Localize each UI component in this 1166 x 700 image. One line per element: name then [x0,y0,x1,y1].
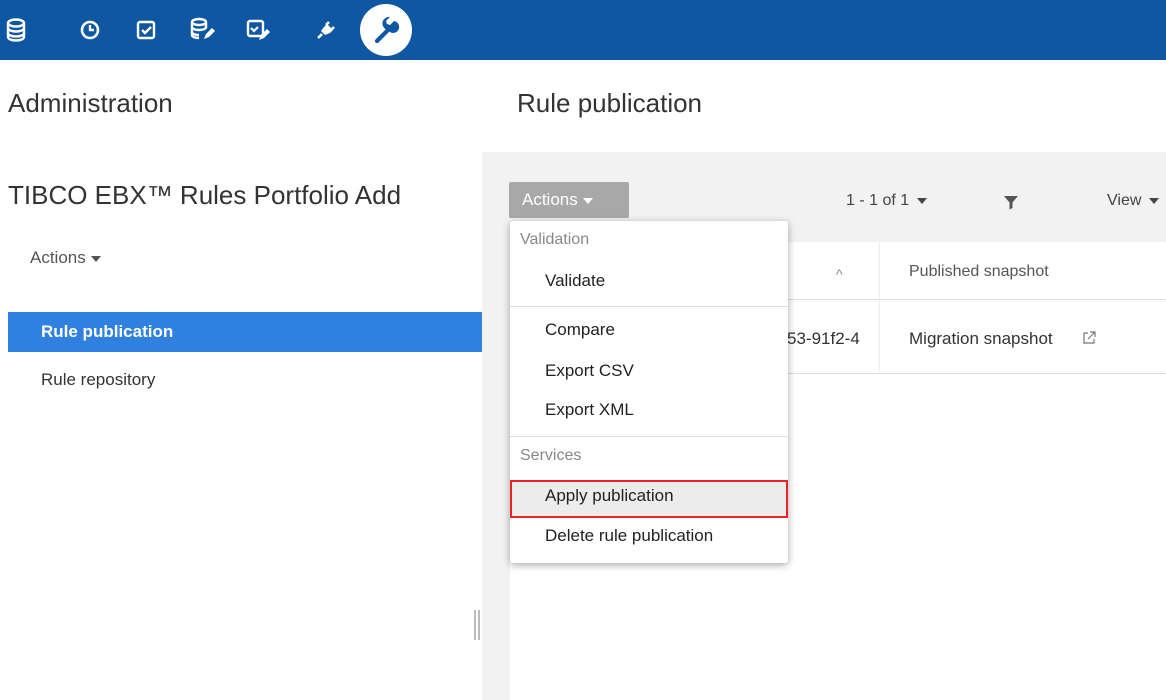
pagination-label: 1 - 1 of 1 [846,192,910,209]
portfolio-title: TIBCO EBX™ Rules Portfolio Add [8,180,402,210]
clock-icon[interactable] [76,16,104,44]
menu-divider [510,436,788,437]
menu-item-compare[interactable]: Compare [545,320,615,340]
menu-group-services: Services [520,447,582,464]
menu-item-validate[interactable]: Validate [545,271,605,291]
actions-button[interactable]: Actions [509,182,629,218]
column-divider [879,242,880,374]
menu-item-apply-publication[interactable]: Apply publication [545,486,674,506]
caret-down-icon [1149,197,1160,204]
view-label: View [1107,192,1142,209]
pagination-selector[interactable]: 1 - 1 of 1 [846,192,928,210]
menu-item-export-csv[interactable]: Export CSV [545,361,634,381]
menu-item-export-xml[interactable]: Export XML [545,400,634,420]
sidebar-item-rule-repository[interactable]: Rule repository [41,370,155,390]
caret-down-icon [582,197,593,204]
actions-dropdown-menu: Validation Validate Compare Export CSV E… [510,221,788,563]
sidebar-item-rule-publication[interactable]: Rule publication [8,312,482,352]
left-actions-label: Actions [30,248,86,267]
checkbox-icon[interactable] [132,16,160,44]
filter-icon[interactable] [1003,194,1019,215]
left-panel: Administration TIBCO EBX™ Rules Portfoli… [0,60,482,700]
database-icon[interactable] [2,16,30,44]
view-menu[interactable]: View [1107,192,1160,210]
actions-button-label: Actions [522,190,578,209]
sort-ascending-icon[interactable]: ^ [836,266,843,282]
menu-item-delete-rule-publication[interactable]: Delete rule publication [545,526,713,546]
wrench-icon[interactable] [360,4,412,56]
cell-identifier: 53-91f2-4 [787,329,860,348]
database-edit-icon[interactable] [188,16,216,44]
page-title: Rule publication [517,88,703,118]
cell-published-snapshot[interactable]: Migration snapshot [909,329,1053,349]
menu-group-validation: Validation [520,231,590,248]
panel-title: Administration [8,88,173,118]
caret-down-icon [917,197,928,204]
column-header-published-snapshot[interactable]: Published snapshot [909,263,1049,281]
panel-resize-handle[interactable] [474,610,480,640]
external-link-icon[interactable] [1082,331,1096,350]
left-actions-button[interactable]: Actions [30,248,101,268]
checkbox-edit-icon[interactable] [244,16,272,44]
caret-down-icon [90,255,101,262]
top-navigation-bar [0,0,1166,60]
plug-icon[interactable] [312,16,340,44]
menu-divider [510,306,788,307]
